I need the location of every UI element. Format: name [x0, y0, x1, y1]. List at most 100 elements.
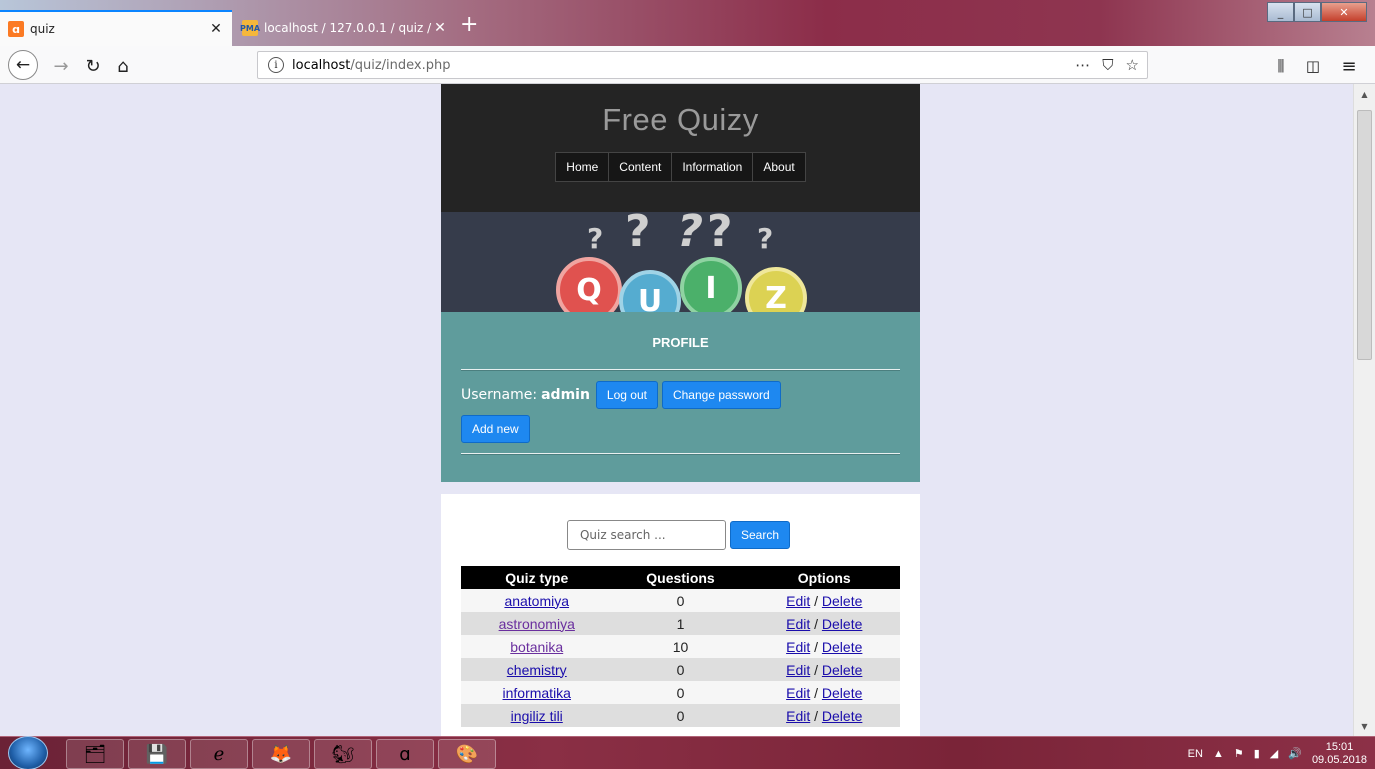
action-center-flag-icon[interactable]: ⚑: [1234, 747, 1244, 760]
network-icon[interactable]: ◢: [1270, 747, 1278, 760]
internet-explorer-icon[interactable]: ℯ: [190, 739, 248, 769]
window-controls: _ □ ✕: [1267, 2, 1367, 22]
url-bar[interactable]: i localhost/quiz/index.php ⋯ ⛉ ☆: [257, 51, 1148, 79]
quiz-list-section: Search Quiz type Questions Options anato…: [441, 494, 920, 736]
tab-label: localhost / 127.0.0.1 / quiz / use: [264, 21, 432, 35]
edit-link[interactable]: Edit: [786, 593, 810, 609]
xampp-taskbar-icon[interactable]: ɑ: [376, 739, 434, 769]
browser-titlebar: ɑ quiz ✕ PMA localhost / 127.0.0.1 / qui…: [0, 0, 1375, 46]
quiz-type-cell: botanika: [461, 635, 613, 658]
nav-about[interactable]: About: [753, 153, 804, 181]
options-separator: /: [814, 707, 819, 724]
question-count-cell: 0: [612, 704, 749, 727]
question-count-cell: 0: [612, 658, 749, 681]
tab-label: quiz: [30, 22, 55, 36]
language-indicator[interactable]: EN: [1188, 748, 1203, 760]
page-actions-icon[interactable]: ⋯: [1075, 56, 1090, 74]
options-separator: /: [814, 638, 819, 655]
tab-phpmyadmin[interactable]: PMA localhost / 127.0.0.1 / quiz / use ✕: [234, 10, 456, 46]
edit-link[interactable]: Edit: [786, 639, 810, 655]
clock[interactable]: 15:01 09.05.2018: [1312, 741, 1367, 767]
quiz-banner: ? ? ? ? ? Q U I Z: [441, 212, 920, 312]
bookmark-star-icon[interactable]: ☆: [1126, 56, 1139, 74]
quiz-type-link[interactable]: ingiliz tili: [511, 708, 563, 724]
delete-link[interactable]: Delete: [822, 639, 862, 655]
nav-content[interactable]: Content: [609, 153, 673, 181]
edit-link[interactable]: Edit: [786, 662, 810, 678]
delete-link[interactable]: Delete: [822, 662, 862, 678]
close-icon[interactable]: ✕: [432, 20, 448, 36]
quiz-search-input[interactable]: [566, 520, 726, 550]
question-mark-icon: ?: [707, 212, 733, 257]
maximize-icon[interactable]: □: [1294, 2, 1321, 22]
phpmyadmin-icon: PMA: [240, 20, 260, 36]
new-tab-button[interactable]: +: [460, 14, 478, 36]
scroll-up-icon[interactable]: ▲: [1354, 86, 1375, 102]
options-separator: /: [814, 661, 819, 678]
banner-letter-q: Q: [556, 257, 622, 312]
quiz-type-link[interactable]: anatomiya: [504, 593, 569, 609]
page-viewport: Free Quizy Home Content Information Abou…: [0, 84, 1353, 736]
sidebar-icon[interactable]: ◫: [1300, 53, 1326, 79]
search-row: Search: [461, 520, 900, 550]
question-count-cell: 0: [612, 589, 749, 612]
back-arrow-icon[interactable]: ←: [8, 50, 38, 80]
home-icon[interactable]: ⌂: [110, 53, 136, 79]
volume-icon[interactable]: 🔊: [1288, 747, 1302, 760]
menu-icon[interactable]: ≡: [1336, 53, 1362, 79]
close-icon[interactable]: ✕: [208, 21, 224, 37]
scroll-thumb[interactable]: [1357, 110, 1372, 360]
table-row: botanika 10 Edit / Delete: [461, 635, 900, 658]
library-icon[interactable]: ⫼: [1268, 53, 1294, 79]
options-cell: Edit / Delete: [748, 635, 900, 658]
options-cell: Edit / Delete: [748, 704, 900, 727]
options-cell: Edit / Delete: [748, 681, 900, 704]
question-count-cell: 0: [612, 681, 749, 704]
options-cell: Edit / Delete: [748, 589, 900, 612]
forward-arrow-icon[interactable]: →: [48, 53, 74, 79]
nav-information[interactable]: Information: [672, 153, 754, 181]
change-password-button[interactable]: Change password: [661, 381, 781, 409]
quiz-type-link[interactable]: botanika: [510, 639, 563, 655]
delete-link[interactable]: Delete: [822, 685, 862, 701]
pocket-icon[interactable]: ⛉: [1102, 56, 1113, 74]
url-host: localhost: [292, 57, 351, 73]
show-hidden-icons-icon[interactable]: ▲: [1213, 748, 1224, 760]
quiz-type-link[interactable]: astronomiya: [499, 616, 575, 632]
scroll-down-icon[interactable]: ▼: [1354, 718, 1375, 734]
profile-panel: PROFILE Username: admin Log out Change p…: [441, 312, 920, 482]
banner-letter-i: I: [680, 257, 742, 312]
add-new-button[interactable]: Add new: [461, 415, 530, 443]
edit-link[interactable]: Edit: [786, 616, 810, 632]
question-mark-icon: ?: [671, 212, 708, 257]
start-button[interactable]: [8, 736, 48, 769]
firefox-icon[interactable]: 🦊: [252, 739, 310, 769]
paint-icon[interactable]: 🎨: [438, 739, 496, 769]
delete-link[interactable]: Delete: [822, 593, 862, 609]
logout-button[interactable]: Log out: [595, 381, 658, 409]
delete-link[interactable]: Delete: [822, 708, 862, 724]
search-button[interactable]: Search: [729, 521, 791, 549]
info-icon[interactable]: i: [268, 57, 284, 73]
window-close-icon[interactable]: ✕: [1321, 2, 1367, 22]
quiz-type-cell: informatika: [461, 681, 613, 704]
save-disk-icon[interactable]: 💾: [128, 739, 186, 769]
file-explorer-icon[interactable]: 🗂: [66, 739, 124, 769]
quiz-type-link[interactable]: informatika: [503, 685, 571, 701]
delete-link[interactable]: Delete: [822, 616, 862, 632]
minimize-icon[interactable]: _: [1267, 2, 1294, 22]
quiz-type-link[interactable]: chemistry: [507, 662, 567, 678]
table-header-row: Quiz type Questions Options: [461, 566, 900, 589]
options-separator: /: [814, 684, 819, 701]
power-icon[interactable]: ▮: [1254, 747, 1260, 760]
clock-date: 09.05.2018: [1311, 753, 1367, 766]
reload-icon[interactable]: ↻: [80, 53, 106, 79]
nav-home[interactable]: Home: [556, 153, 610, 181]
edit-link[interactable]: Edit: [786, 685, 810, 701]
edit-link[interactable]: Edit: [786, 708, 810, 724]
options-separator: /: [814, 615, 819, 632]
uc-browser-icon[interactable]: 🐿: [314, 739, 372, 769]
vertical-scrollbar[interactable]: ▲ ▼: [1353, 84, 1375, 736]
tab-quiz[interactable]: ɑ quiz ✕: [0, 10, 232, 46]
url-path: /quiz/index.php: [350, 57, 451, 73]
